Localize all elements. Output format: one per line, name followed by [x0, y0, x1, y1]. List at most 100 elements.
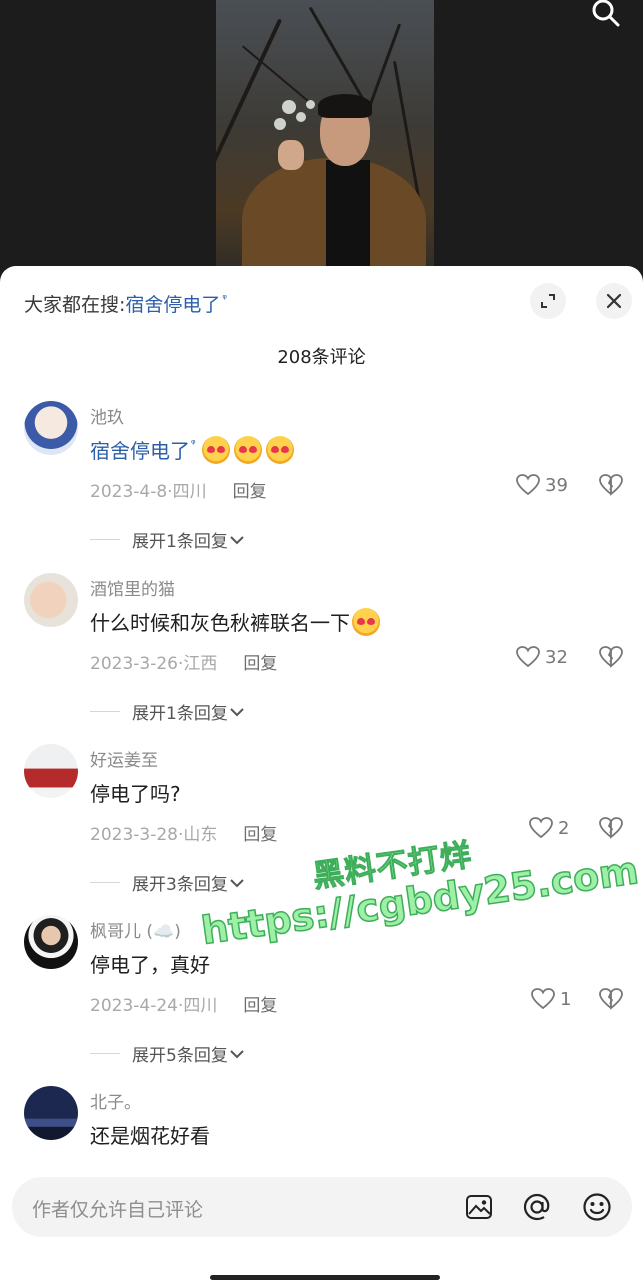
like-count: 32: [545, 646, 568, 668]
heart-icon: [529, 817, 553, 839]
comment-text: 宿舍停电了 ᵠ: [90, 435, 298, 464]
reply-button[interactable]: 回复: [243, 991, 277, 1016]
search-mark-icon: ᵠ: [222, 292, 227, 305]
comment-meta: 2023-3-28·山东 回复: [90, 820, 277, 845]
like-count: 1: [560, 988, 572, 1010]
comment-input-bar[interactable]: 作者仅允许自己评论: [12, 1177, 632, 1237]
trending-prefix: 大家都在搜:: [24, 294, 126, 316]
expand-replies-label: 展开5条回复: [132, 1046, 228, 1066]
comment-username[interactable]: 枫哥儿 (☁️): [90, 917, 181, 942]
mention-button[interactable]: [520, 1190, 554, 1224]
divider: [90, 711, 120, 712]
comment-date-location: 2023-4-8·四川: [90, 482, 207, 502]
comment-body: 什么时候和灰色秋裤联名一下: [90, 611, 350, 635]
heart-icon: [531, 988, 555, 1010]
heart-icon: [516, 646, 540, 668]
like-button[interactable]: 2: [528, 816, 569, 840]
comment-meta: 2023-3-26·江西 回复: [90, 649, 277, 674]
expand-button[interactable]: [530, 283, 566, 319]
comment-username[interactable]: 池玖: [90, 403, 124, 428]
trending-search-bar: 大家都在搜: 宿舍停电了 ᵠ: [24, 290, 227, 317]
divider: [90, 882, 120, 883]
avatar[interactable]: [24, 915, 78, 969]
chevron-down-icon: [230, 707, 244, 716]
comment-username[interactable]: 酒馆里的猫: [90, 575, 175, 600]
heart-eyes-emoji-icon: [352, 607, 380, 636]
expand-replies-label: 展开1条回复: [132, 704, 228, 724]
video-area[interactable]: [0, 0, 643, 280]
expand-replies-button[interactable]: 展开1条回复: [90, 527, 246, 552]
dislike-button[interactable]: [598, 473, 624, 501]
chevron-down-icon: [230, 878, 244, 887]
expand-replies-button[interactable]: 展开1条回复: [90, 699, 246, 724]
expand-icon: [541, 294, 555, 308]
comment-meta: 2023-4-24·四川 回复: [90, 991, 277, 1016]
heart-eyes-emoji-icon: [201, 435, 230, 464]
expand-replies-label: 展开1条回复: [132, 532, 228, 552]
like-button[interactable]: 32: [515, 645, 568, 669]
avatar[interactable]: [24, 401, 78, 455]
heart-eyes-emoji-icon: [265, 435, 294, 464]
like-button[interactable]: 39: [515, 473, 568, 497]
dislike-icon: [599, 817, 623, 839]
comment-sheet: 大家都在搜: 宿舍停电了 ᵠ 208条评论 池玖 宿舍停电了 ᵠ 2023-4-…: [0, 266, 643, 1280]
comment-text: 什么时候和灰色秋裤联名一下: [90, 607, 384, 636]
comment-search-link[interactable]: 宿舍停电了: [90, 435, 190, 464]
image-icon: [466, 1195, 492, 1219]
dislike-icon: [599, 988, 623, 1010]
comment-meta: 2023-4-8·四川 回复: [90, 477, 267, 502]
search-button[interactable]: [589, 0, 625, 30]
comment-count: 208条评论: [277, 347, 366, 368]
avatar[interactable]: [24, 744, 78, 798]
chevron-down-icon: [230, 535, 244, 544]
comment-input-placeholder: 作者仅允许自己评论: [32, 1199, 204, 1221]
like-button[interactable]: 1: [530, 987, 571, 1011]
dislike-button[interactable]: [598, 645, 624, 673]
dislike-button[interactable]: [598, 816, 624, 844]
reply-button[interactable]: 回复: [243, 820, 277, 845]
avatar[interactable]: [24, 1086, 78, 1140]
dislike-button[interactable]: [598, 987, 624, 1015]
comment-body: 停电了吗?: [90, 782, 181, 806]
comment-text: 还是烟花好看: [90, 1120, 210, 1149]
reply-button[interactable]: 回复: [233, 477, 267, 502]
divider: [90, 1053, 120, 1054]
expand-replies-label: 展开3条回复: [132, 875, 228, 895]
search-icon: [592, 0, 620, 27]
comment-item: 好运姜至 停电了吗? 2023-3-28·山东 回复 2 展开3条回复: [0, 744, 643, 916]
close-icon: [606, 293, 622, 309]
comment-body: 还是烟花好看: [90, 1124, 210, 1148]
like-count: 2: [558, 817, 570, 839]
expand-replies-button[interactable]: 展开3条回复: [90, 870, 246, 895]
emoji-icon: [583, 1193, 611, 1221]
avatar[interactable]: [24, 573, 78, 627]
comment-date-location: 2023-4-24·四川: [90, 996, 218, 1016]
comment-item: 池玖 宿舍停电了 ᵠ 2023-4-8·四川 回复 39 展开1条回复: [0, 401, 643, 573]
trending-search-link[interactable]: 宿舍停电了: [125, 290, 220, 317]
comment-item: 酒馆里的猫 什么时候和灰色秋裤联名一下 2023-3-26·江西 回复 32 展…: [0, 573, 643, 745]
comment-date-location: 2023-3-26·江西: [90, 654, 218, 674]
dislike-icon: [599, 646, 623, 668]
comment-item: 北子。 还是烟花好看: [0, 1086, 643, 1166]
at-icon: [523, 1193, 550, 1221]
comment-username[interactable]: 好运姜至: [90, 746, 158, 771]
emoji-button[interactable]: [580, 1190, 614, 1224]
comment-date-location: 2023-3-28·山东: [90, 825, 218, 845]
image-button[interactable]: [462, 1190, 496, 1224]
home-indicator: [210, 1275, 440, 1280]
reply-button[interactable]: 回复: [243, 649, 277, 674]
divider: [90, 539, 120, 540]
expand-replies-button[interactable]: 展开5条回复: [90, 1041, 246, 1066]
comment-username[interactable]: 北子。: [90, 1088, 141, 1113]
search-mark-icon: ᵠ: [191, 437, 196, 450]
comment-text: 停电了，真好: [90, 949, 210, 978]
comment-item: 枫哥儿 (☁️) 停电了，真好 2023-4-24·四川 回复 1 展开5条回复: [0, 915, 643, 1087]
close-button[interactable]: [596, 283, 632, 319]
heart-icon: [516, 474, 540, 496]
like-count: 39: [545, 474, 568, 496]
heart-eyes-emoji-icon: [233, 435, 262, 464]
comment-text: 停电了吗?: [90, 778, 181, 807]
video-frame[interactable]: [216, 0, 434, 280]
chevron-down-icon: [230, 1049, 244, 1058]
comment-body: 停电了，真好: [90, 953, 210, 977]
